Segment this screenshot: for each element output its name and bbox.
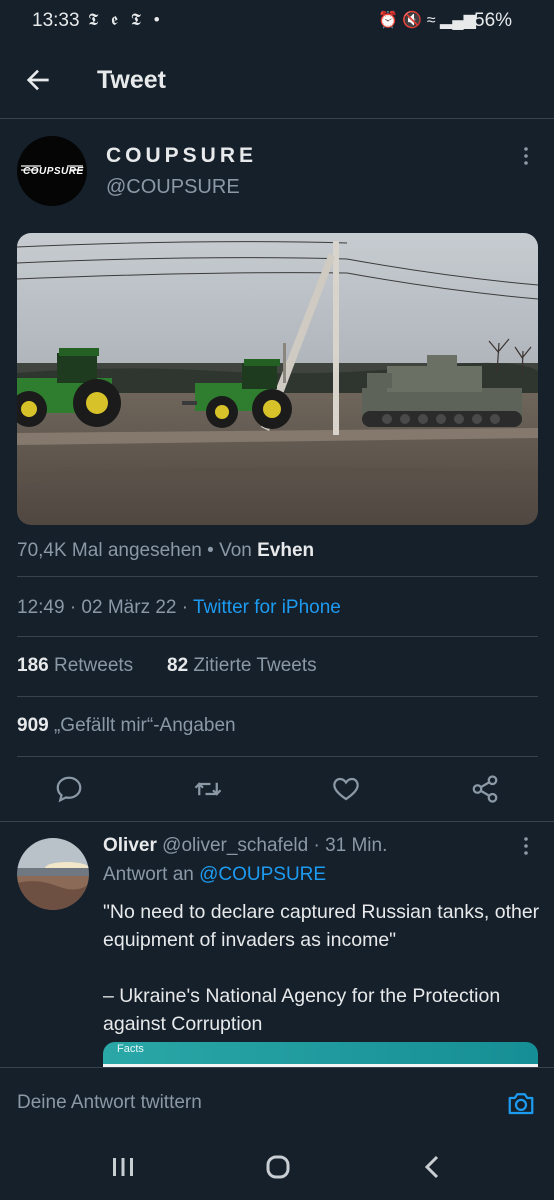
quotes-count: 82 <box>167 655 189 676</box>
battery-level: 56% <box>474 10 513 31</box>
notification-icons: 𝕿 𝖊 𝕿 • <box>88 10 164 29</box>
home-icon[interactable] <box>258 1147 298 1187</box>
author-display-name[interactable]: COUPSURE <box>106 144 257 168</box>
reply-avatar[interactable] <box>17 838 89 910</box>
divider <box>17 576 538 577</box>
reply-text: "No need to declare captured Russian tan… <box>103 901 540 1035</box>
quotes-label: Zitierte Tweets <box>193 655 317 676</box>
reply-avatar-photo <box>17 838 89 910</box>
reply-to-label: Antwort an <box>103 864 194 885</box>
recents-icon[interactable] <box>103 1147 143 1187</box>
back-nav-icon[interactable] <box>413 1147 453 1187</box>
views-author[interactable]: Evhen <box>257 540 314 561</box>
likes-count: 909 <box>17 715 49 736</box>
tweet-source[interactable]: Twitter for iPhone <box>193 597 341 618</box>
views-text: 70,4K Mal angesehen • Von <box>17 540 252 561</box>
likes-label: „Gefällt mir“-Angaben <box>53 715 236 736</box>
back-arrow-icon[interactable] <box>22 64 54 96</box>
views-line: 70,4K Mal angesehen • Von Evhen <box>17 540 314 562</box>
tweet-timestamp[interactable]: 12:49 · 02 März 22 · <box>17 597 188 618</box>
quotes-stat[interactable]: 82 Zitierte Tweets <box>167 655 317 677</box>
more-icon[interactable] <box>516 836 536 856</box>
reply-to-handle[interactable]: @COUPSURE <box>199 864 326 885</box>
reply-compose-input[interactable]: Deine Antwort twittern <box>17 1092 202 1114</box>
reply-author-name[interactable]: Oliver <box>103 835 157 856</box>
status-bar: 13:33 𝕿 𝖊 𝕿 • ⏰ 🔇 ≈ ▂▄▆ 56% <box>0 0 554 44</box>
system-nav-bar <box>0 1129 554 1200</box>
author-avatar[interactable]: COUPSURE <box>17 136 87 206</box>
divider <box>17 636 538 637</box>
compose-bar[interactable]: Deine Antwort twittern <box>0 1067 554 1130</box>
status-time: 13:33 <box>32 10 80 31</box>
reply-header: Oliver @oliver_schafeld · 31 Min. <box>103 835 387 857</box>
share-icon[interactable] <box>470 774 500 804</box>
more-icon[interactable] <box>516 146 536 166</box>
likes-stat[interactable]: 909 „Gefällt mir“-Angaben <box>17 715 236 737</box>
divider <box>17 756 538 757</box>
reply-to-line: Antwort an @COUPSURE <box>103 864 326 886</box>
link-preview-card[interactable]: Facts <box>103 1042 538 1068</box>
avatar-logo-text: COUPSURE <box>23 166 84 177</box>
preview-card-label: Facts <box>117 1043 144 1055</box>
reply-handle-time[interactable]: @oliver_schafeld · 31 Min. <box>162 835 387 856</box>
retweets-label: Retweets <box>53 655 134 676</box>
retweets-stat[interactable]: 186 Retweets <box>17 655 133 677</box>
retweets-count: 186 <box>17 655 49 676</box>
divider <box>17 696 538 697</box>
like-icon[interactable] <box>331 774 361 804</box>
tweet-media[interactable] <box>17 233 538 525</box>
top-bar: Tweet <box>0 44 554 119</box>
author-handle[interactable]: @COUPSURE <box>106 176 240 199</box>
tweet-meta: 12:49 · 02 März 22 · Twitter for iPhone <box>17 597 341 619</box>
page-title: Tweet <box>97 66 166 94</box>
camera-icon[interactable] <box>506 1088 536 1118</box>
system-icons: ⏰ 🔇 ≈ ▂▄▆ <box>378 12 476 29</box>
divider <box>0 821 554 822</box>
media-photo-tractors-towing-tank <box>17 233 538 525</box>
retweet-icon[interactable] <box>193 774 223 804</box>
reply-icon[interactable] <box>54 774 84 804</box>
